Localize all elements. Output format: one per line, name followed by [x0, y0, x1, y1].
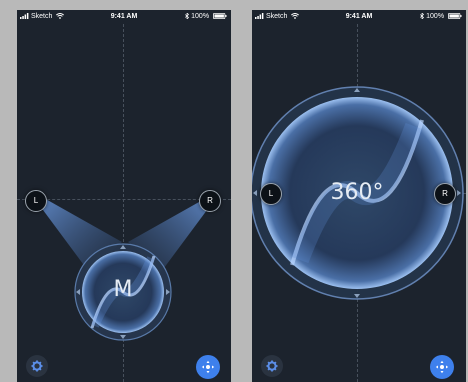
settings-button[interactable] — [261, 355, 283, 377]
phone-screen-360: Sketch 9:41 AM 100% 360° L R — [252, 10, 466, 382]
settings-button[interactable] — [26, 355, 48, 377]
move-position-icon — [201, 360, 215, 374]
speaker-right[interactable]: R — [199, 190, 221, 212]
speaker-left[interactable]: L — [25, 190, 47, 212]
move-position-icon — [435, 360, 449, 374]
position-button[interactable] — [430, 355, 454, 379]
gear-icon — [31, 360, 43, 372]
position-button[interactable] — [196, 355, 220, 379]
mode-label: M — [113, 277, 133, 302]
gear-icon — [266, 360, 278, 372]
speaker-left[interactable]: L — [260, 183, 282, 205]
speaker-right[interactable]: R — [434, 183, 456, 205]
phone-screen-stereo: Sketch 9:41 AM 100% M L R — [17, 10, 231, 382]
mode-label: 360° — [330, 180, 384, 205]
